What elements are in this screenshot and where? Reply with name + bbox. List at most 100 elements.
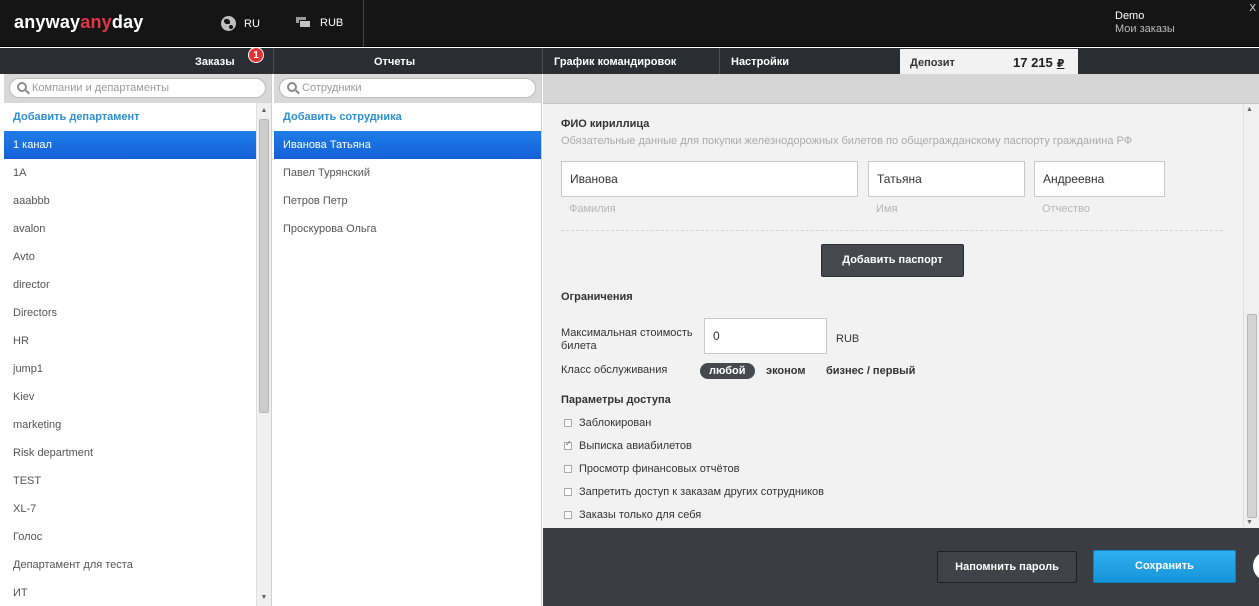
max-price-label-line2: билета [561,340,597,352]
tab-settings[interactable]: Настройки [731,48,789,74]
employees-panel: Добавить сотрудника Иванова ТатьянаПавел… [274,74,542,606]
add-employee-link[interactable]: Добавить сотрудника [274,103,541,131]
employees-search[interactable] [279,78,536,98]
permission-checkbox[interactable] [564,439,572,450]
first-name-input[interactable]: Татьяна [868,161,1025,197]
class-label: Класс обслуживания [561,364,668,376]
department-item[interactable]: 1А [4,159,271,187]
scroll-down-icon[interactable]: ▼ [1246,519,1253,526]
employees-search-input[interactable] [302,81,522,95]
department-item[interactable]: XL-7 [4,495,271,523]
search-icon [287,82,297,92]
middle-name-caption: Отчество [1042,203,1090,215]
max-price-currency: RUB [836,333,860,345]
scroll-down-icon[interactable]: ▼ [257,592,271,604]
help-button[interactable] [1253,551,1259,581]
department-item[interactable]: Голос [4,523,271,551]
tab-orders[interactable]: Заказы [195,48,235,74]
department-item[interactable]: Kiev [4,383,271,411]
fio-title: ФИО кириллица [561,118,650,130]
user-name: Demo [1115,10,1145,22]
employee-item[interactable]: Иванова Татьяна [274,131,541,159]
employees-search-bar [274,74,541,103]
permission-checkbox[interactable] [564,419,572,427]
department-item[interactable]: HR [4,327,271,355]
save-button[interactable]: Сохранить [1093,550,1236,583]
departments-panel: Добавить департамент 1 канал1Аaaabbbaval… [4,74,272,606]
add-passport-button[interactable]: Добавить паспорт [821,244,964,277]
divider [273,48,274,74]
user-menu[interactable]: Demo Мои заказы [1115,10,1175,36]
logo-part-any: any [80,12,112,32]
class-option-business[interactable]: бизнес / первый [826,365,915,377]
divider [363,0,364,47]
main-nav: Заказы 1 Отчеты График командировок Наст… [0,47,1259,74]
department-item[interactable]: director [4,271,271,299]
employees-list: Добавить сотрудника Иванова Татьяна Павел… [274,103,541,243]
currency-selector[interactable]: RUB [295,16,343,29]
class-option-economy[interactable]: эконом [766,365,806,377]
scrollbar-thumb[interactable] [259,119,269,413]
last-name-input[interactable]: Иванова [561,161,858,197]
scroll-up-icon[interactable]: ▲ [257,105,271,117]
deposit-label: Депозит [910,57,955,69]
permission-label: Запретить доступ к заказам других сотруд… [579,486,824,498]
department-item[interactable]: aaabbb [4,187,271,215]
scroll-up-icon[interactable]: ▲ [1246,106,1253,113]
permission-checkbox[interactable] [564,465,572,473]
department-item[interactable]: 1 канал [4,131,271,159]
max-price-input[interactable]: 0 [704,318,827,354]
divider [542,48,543,74]
permission-label: Просмотр финансовых отчётов [579,463,740,475]
department-item[interactable]: Avto [4,243,271,271]
employee-form: ФИО кириллица Обязательные данные для по… [543,74,1259,528]
search-icon [17,82,27,92]
remind-password-button[interactable]: Напомнить пароль [937,551,1077,583]
money-icon [295,16,312,29]
scrollbar-thumb[interactable] [1247,314,1257,518]
logo-part-day: day [111,12,144,32]
deposit-tab[interactable]: Депозит 17 215 ₽ [900,49,1078,74]
department-item[interactable]: Directors [4,299,271,327]
form-header-strip [543,74,1259,104]
middle-name-input[interactable]: Андреевна [1034,161,1165,197]
first-name-caption: Имя [876,203,898,215]
department-item[interactable]: marketing [4,411,271,439]
department-item[interactable]: jump1 [4,355,271,383]
departments-search[interactable] [9,78,266,98]
form-scrollbar[interactable]: ▲ ▼ [1243,104,1259,528]
departments-search-input[interactable] [32,81,252,95]
employee-item[interactable]: Петров Петр [274,187,541,215]
max-price-label-line1: Максимальная стоимость [561,327,693,339]
deposit-value: 17 215 [1013,55,1053,70]
logo[interactable]: anywayanyday [14,12,144,33]
permission-checkbox[interactable] [564,511,572,519]
permission-label: Заблокирован [579,417,652,429]
logo-part-anyway: anyway [14,12,81,32]
departments-list: Добавить департамент 1 канал 1А aaabbb aval… [4,103,271,606]
department-item[interactable]: Risk department [4,439,271,467]
employee-item[interactable]: Проскурова Ольга [274,215,541,243]
close-button[interactable]: X [1249,3,1256,14]
employee-item[interactable]: Павел Турянский [274,159,541,187]
fio-subtitle: Обязательные данные для покупки железнод… [561,135,1133,147]
permission-checkbox[interactable] [564,488,572,496]
tab-schedule[interactable]: График командировок [554,48,676,74]
add-department-link[interactable]: Добавить департамент [4,103,271,131]
permission-label: Выписка авиабилетов [579,440,692,452]
department-item[interactable]: ИТ [4,579,271,606]
form-footer: Напомнить пароль Сохранить [543,528,1259,606]
department-item[interactable]: Департамент для теста [4,551,271,579]
currency-value: RUB [320,16,344,29]
deposit-amount: 17 215 ₽ [1013,55,1064,70]
ruble-sign: ₽ [1056,58,1065,70]
department-item[interactable]: avalon [4,215,271,243]
tab-reports[interactable]: Отчеты [374,48,415,74]
language-selector[interactable]: RU [221,16,260,31]
departments-search-bar [4,74,271,103]
departments-scrollbar[interactable]: ▲ ▼ [256,103,271,606]
my-orders-link[interactable]: Мои заказы [1115,23,1175,36]
class-option-any[interactable]: любой [700,363,755,379]
permission-label: Заказы только для себя [579,509,702,521]
department-item[interactable]: TEST [4,467,271,495]
